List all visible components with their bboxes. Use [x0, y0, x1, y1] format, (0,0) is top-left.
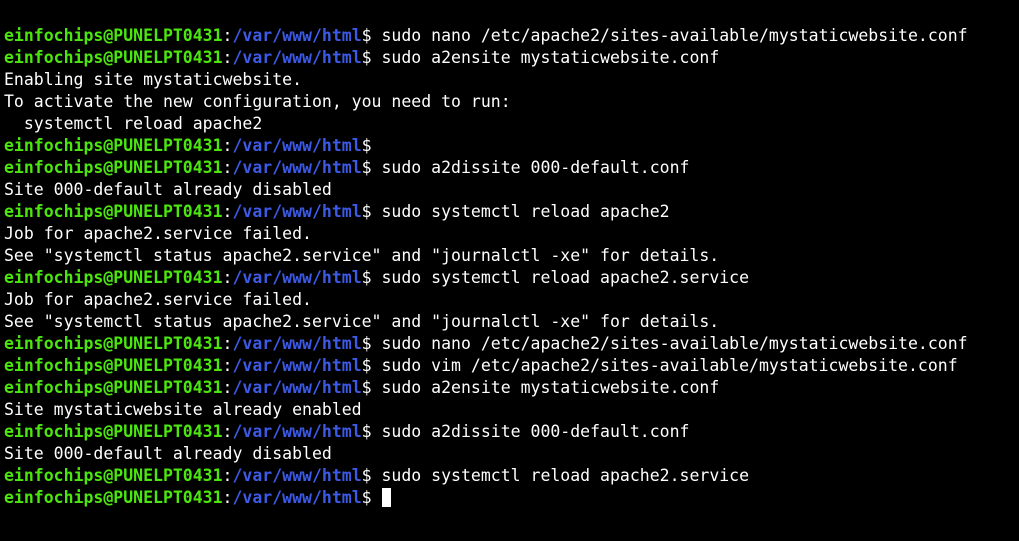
terminal-prompt-line: einfochips@PUNELPT0431:/var/www/html$ su…: [4, 421, 1019, 443]
output-text: Site 000-default already disabled: [4, 444, 332, 463]
prompt-separator: :: [222, 26, 233, 45]
prompt-separator: :: [222, 488, 233, 507]
command-text: sudo systemctl reload apache2.service: [371, 466, 750, 485]
prompt-user-host: einfochips@PUNELPT0431: [4, 26, 223, 45]
prompt-user-host: einfochips@PUNELPT0431: [4, 334, 223, 353]
prompt-user-host: einfochips@PUNELPT0431: [4, 356, 223, 375]
prompt-symbol: $: [361, 48, 372, 67]
terminal-output-line: See "systemctl status apache2.service" a…: [4, 311, 1019, 333]
command-input[interactable]: [372, 488, 382, 507]
prompt-separator: :: [222, 356, 233, 375]
terminal-prompt-line: einfochips@PUNELPT0431:/var/www/html$ su…: [4, 355, 1019, 377]
terminal-prompt-line: einfochips@PUNELPT0431:/var/www/html$ su…: [4, 267, 1019, 289]
terminal-output-line: Site 000-default already disabled: [4, 443, 1019, 465]
active-prompt-line: einfochips@PUNELPT0431:/var/www/html$: [4, 487, 1019, 509]
prompt-symbol: $: [361, 158, 372, 177]
output-text: systemctl reload apache2: [4, 114, 263, 133]
prompt-path: /var/www/html: [232, 466, 362, 485]
prompt-user-host: einfochips@PUNELPT0431: [4, 48, 223, 67]
output-text: See "systemctl status apache2.service" a…: [4, 312, 720, 331]
output-text: See "systemctl status apache2.service" a…: [4, 246, 720, 265]
terminal-output-line: See "systemctl status apache2.service" a…: [4, 245, 1019, 267]
command-text: sudo systemctl reload apache2.service: [371, 268, 750, 287]
prompt-separator: :: [222, 268, 233, 287]
prompt-path: /var/www/html: [232, 488, 362, 507]
prompt-user-host: einfochips@PUNELPT0431: [4, 268, 223, 287]
prompt-separator: :: [222, 378, 233, 397]
prompt-path: /var/www/html: [232, 136, 362, 155]
terminal-prompt-line: einfochips@PUNELPT0431:/var/www/html$: [4, 135, 1019, 157]
prompt-symbol: $: [361, 378, 372, 397]
command-text: sudo a2ensite mystaticwebsite.conf: [371, 48, 720, 67]
prompt-user-host: einfochips@PUNELPT0431: [4, 422, 223, 441]
terminal-window[interactable]: einfochips@PUNELPT0431:/var/www/html$ su…: [0, 0, 1019, 541]
terminal-prompt-line: einfochips@PUNELPT0431:/var/www/html$ su…: [4, 25, 1019, 47]
prompt-separator: :: [222, 158, 233, 177]
output-text: Site 000-default already disabled: [4, 180, 332, 199]
terminal-prompt-line: einfochips@PUNELPT0431:/var/www/html$ su…: [4, 465, 1019, 487]
prompt-path: /var/www/html: [232, 422, 362, 441]
command-text: sudo nano /etc/apache2/sites-available/m…: [371, 26, 968, 45]
prompt-separator: :: [222, 202, 233, 221]
prompt-user-host: einfochips@PUNELPT0431: [4, 378, 223, 397]
output-text: Enabling site mystaticwebsite.: [4, 70, 303, 89]
prompt-path: /var/www/html: [232, 268, 362, 287]
prompt-symbol: $: [361, 268, 372, 287]
terminal-prompt-line: einfochips@PUNELPT0431:/var/www/html$ su…: [4, 377, 1019, 399]
prompt-user-host: einfochips@PUNELPT0431: [4, 158, 223, 177]
prompt-symbol: $: [361, 488, 372, 507]
prompt-separator: :: [222, 422, 233, 441]
command-text: sudo vim /etc/apache2/sites-available/my…: [371, 356, 958, 375]
prompt-symbol: $: [361, 26, 372, 45]
command-text: sudo a2dissite 000-default.conf: [371, 422, 690, 441]
terminal-output-line: Job for apache2.service failed.: [4, 289, 1019, 311]
terminal-prompt-line: einfochips@PUNELPT0431:/var/www/html$ su…: [4, 47, 1019, 69]
terminal-output-line: Site 000-default already disabled: [4, 179, 1019, 201]
terminal-output-line: Site mystaticwebsite already enabled: [4, 399, 1019, 421]
prompt-path: /var/www/html: [232, 158, 362, 177]
prompt-user-host: einfochips@PUNELPT0431: [4, 466, 223, 485]
output-text: Job for apache2.service failed.: [4, 290, 312, 309]
terminal-output-line: Job for apache2.service failed.: [4, 223, 1019, 245]
terminal-output-line: Enabling site mystaticwebsite.: [4, 69, 1019, 91]
command-text: sudo systemctl reload apache2: [371, 202, 670, 221]
command-text: sudo a2ensite mystaticwebsite.conf: [371, 378, 720, 397]
prompt-symbol: $: [361, 334, 372, 353]
prompt-user-host: einfochips@PUNELPT0431: [4, 136, 223, 155]
output-text: To activate the new configuration, you n…: [4, 92, 511, 111]
prompt-path: /var/www/html: [232, 334, 362, 353]
prompt-separator: :: [222, 334, 233, 353]
prompt-path: /var/www/html: [232, 202, 362, 221]
terminal-prompt-line: einfochips@PUNELPT0431:/var/www/html$ su…: [4, 333, 1019, 355]
terminal-prompt-line: einfochips@PUNELPT0431:/var/www/html$ su…: [4, 157, 1019, 179]
prompt-symbol: $: [361, 202, 372, 221]
terminal-prompt-line: einfochips@PUNELPT0431:/var/www/html$ su…: [4, 201, 1019, 223]
prompt-path: /var/www/html: [232, 48, 362, 67]
prompt-separator: :: [222, 466, 233, 485]
prompt-user-host: einfochips@PUNELPT0431: [4, 202, 223, 221]
prompt-symbol: $: [361, 466, 372, 485]
output-text: Job for apache2.service failed.: [4, 224, 312, 243]
prompt-symbol: $: [361, 136, 372, 155]
command-text: sudo a2dissite 000-default.conf: [371, 158, 690, 177]
text-cursor: [381, 488, 391, 507]
prompt-path: /var/www/html: [232, 26, 362, 45]
prompt-symbol: $: [361, 356, 372, 375]
terminal-output-line: To activate the new configuration, you n…: [4, 91, 1019, 113]
prompt-separator: :: [222, 136, 233, 155]
output-text: Site mystaticwebsite already enabled: [4, 400, 362, 419]
terminal-output-line: systemctl reload apache2: [4, 113, 1019, 135]
prompt-user-host: einfochips@PUNELPT0431: [4, 488, 223, 507]
command-text: sudo nano /etc/apache2/sites-available/m…: [371, 334, 968, 353]
prompt-symbol: $: [361, 422, 372, 441]
prompt-path: /var/www/html: [232, 356, 362, 375]
prompt-separator: :: [222, 48, 233, 67]
prompt-path: /var/www/html: [232, 378, 362, 397]
